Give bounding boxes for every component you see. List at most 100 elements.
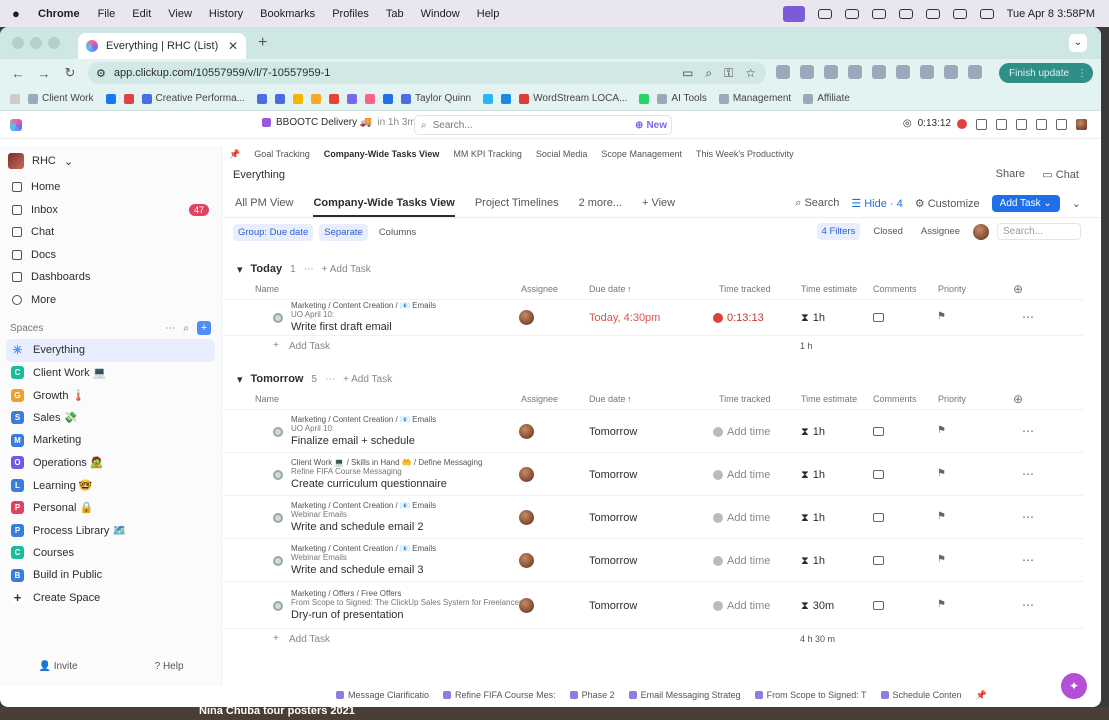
tray-item-1[interactable]: Refine FIFA Course Mes: bbox=[443, 690, 556, 700]
add-task-button[interactable]: Add Task ⌄ bbox=[991, 195, 1060, 212]
spaces-more-icon[interactable]: ⋯ bbox=[165, 323, 175, 334]
task-row[interactable]: Marketing / Content Creation / 📧 Emails W… bbox=[223, 496, 1083, 539]
play-timer-icon[interactable] bbox=[713, 512, 723, 523]
column-time-estimate[interactable]: Time estimate bbox=[801, 284, 857, 294]
comment-icon[interactable] bbox=[873, 512, 884, 522]
column-time-tracked[interactable]: Time tracked bbox=[719, 394, 771, 404]
task-row[interactable]: Marketing / Content Creation / 📧 Emails U… bbox=[223, 410, 1083, 453]
profile-avatar[interactable] bbox=[968, 65, 982, 79]
sidebar-space-5[interactable]: O Operations 🧟 bbox=[0, 452, 221, 475]
filters-chip[interactable]: 4 Filters bbox=[816, 223, 861, 240]
menu-edit[interactable]: Edit bbox=[132, 8, 151, 20]
bookmark-ai-tools[interactable]: AI Tools bbox=[657, 93, 707, 104]
group-by-chip[interactable]: Group: Due date bbox=[233, 223, 314, 241]
priority-flag-icon[interactable]: ⚑ bbox=[937, 311, 946, 322]
tray-item-4[interactable]: From Scope to Signed: T bbox=[754, 690, 867, 700]
user-avatar[interactable] bbox=[1076, 119, 1087, 130]
pinned-view-productivity[interactable]: This Week's Productivity bbox=[696, 149, 794, 159]
notepad-icon[interactable] bbox=[996, 119, 1007, 130]
youtube-icon[interactable] bbox=[328, 93, 339, 104]
task-row[interactable]: Marketing / Content Creation / 📧 Emails W… bbox=[223, 539, 1083, 582]
task-row[interactable]: Marketing / Offers / Free Offers From Sco… bbox=[223, 582, 1083, 629]
sidebar-space-0[interactable]: ✳ Everything bbox=[6, 339, 215, 362]
task-due-date[interactable]: Tomorrow bbox=[589, 555, 637, 567]
tab-search-chevron-icon[interactable]: ⌄ bbox=[1069, 34, 1087, 52]
sidebar-item-more[interactable]: More bbox=[0, 289, 221, 312]
comment-icon[interactable] bbox=[873, 555, 884, 565]
analytics-icon[interactable] bbox=[310, 93, 321, 104]
group-add-task[interactable]: + Add Task bbox=[322, 264, 371, 275]
control-center-icon[interactable] bbox=[979, 8, 994, 19]
page-title[interactable]: Everything bbox=[233, 169, 285, 181]
group-add-task[interactable]: + Add Task bbox=[343, 374, 392, 385]
task-due-date[interactable]: Today, 4:30pm bbox=[589, 312, 660, 324]
row-more-icon[interactable]: ⋯ bbox=[1022, 553, 1035, 567]
minimize-window-button[interactable] bbox=[30, 37, 42, 49]
task-status-icon[interactable] bbox=[273, 600, 283, 611]
task-breadcrumb[interactable]: Marketing / Content Creation / 📧 Emails bbox=[291, 501, 436, 510]
app-name[interactable]: Chrome bbox=[38, 8, 80, 20]
global-search[interactable]: ⌕ Search... ⊕ New bbox=[414, 115, 672, 135]
assignee-chip[interactable]: Assignee bbox=[916, 223, 965, 240]
hide-button[interactable]: ☰ Hide · 4 bbox=[851, 197, 902, 210]
sidebar-space-6[interactable]: L Learning 🤓 bbox=[0, 474, 221, 497]
sidebar-item-inbox[interactable]: Inbox 47 bbox=[0, 199, 221, 222]
task-title[interactable]: Write and schedule email 3 bbox=[291, 564, 423, 576]
menu-profiles[interactable]: Profiles bbox=[332, 8, 369, 20]
screen-record-icon[interactable] bbox=[782, 5, 805, 22]
task-breadcrumb[interactable]: Marketing / Content Creation / 📧 Emails bbox=[291, 544, 436, 553]
task-status-icon[interactable] bbox=[273, 313, 283, 323]
task-title[interactable]: Create curriculum questionnaire bbox=[291, 478, 447, 490]
moon-icon[interactable] bbox=[871, 8, 886, 19]
add-view-button[interactable]: + View bbox=[642, 197, 675, 209]
help-button[interactable]: ? Help bbox=[155, 661, 184, 672]
play-timer-icon[interactable] bbox=[713, 555, 723, 566]
task-breadcrumb[interactable]: Marketing / Content Creation / 📧 Emails bbox=[291, 301, 436, 310]
comment-icon[interactable] bbox=[873, 469, 884, 479]
task-time-tracked[interactable]: Add time bbox=[713, 600, 770, 612]
column-assignee[interactable]: Assignee bbox=[521, 284, 558, 294]
row-more-icon[interactable]: ⋯ bbox=[1022, 510, 1035, 524]
list-search-input[interactable]: Search... bbox=[997, 223, 1081, 240]
bookmark-taylor-quinn[interactable]: Taylor Quinn bbox=[400, 93, 471, 104]
column-comments[interactable]: Comments bbox=[873, 394, 917, 404]
task-assignee-avatar[interactable] bbox=[519, 466, 534, 482]
task-parent[interactable]: Webinar Emails bbox=[291, 510, 347, 519]
docs-icon[interactable] bbox=[256, 93, 267, 104]
menu-file[interactable]: File bbox=[98, 8, 116, 20]
sidebar-item-home[interactable]: Home bbox=[0, 176, 221, 199]
menu-history[interactable]: History bbox=[209, 8, 243, 20]
task-time-estimate[interactable]: ⧗ 1h bbox=[801, 469, 825, 482]
tray-item-5[interactable]: Schedule Conten bbox=[880, 690, 962, 700]
sidebar-item-docs[interactable]: Docs bbox=[0, 244, 221, 267]
share-button[interactable]: Share bbox=[996, 168, 1025, 180]
task-status-icon[interactable] bbox=[273, 426, 283, 437]
puzzle-icon[interactable] bbox=[920, 65, 934, 79]
task-parent[interactable]: UO April 10: bbox=[291, 424, 334, 433]
tab-project-timelines[interactable]: Project Timelines bbox=[475, 197, 559, 209]
row-more-icon[interactable]: ⋯ bbox=[1022, 598, 1035, 612]
menu-tab[interactable]: Tab bbox=[386, 8, 404, 20]
sidebar-space-3[interactable]: S Sales 💸 bbox=[0, 407, 221, 430]
play-timer-icon[interactable] bbox=[713, 600, 723, 611]
priority-flag-icon[interactable]: ⚑ bbox=[937, 468, 946, 479]
tray-pin-icon[interactable]: 📌 bbox=[976, 690, 987, 701]
pinned-view-mm-kpi[interactable]: MM KPI Tracking bbox=[453, 149, 522, 159]
extension-icon-4[interactable] bbox=[848, 65, 862, 79]
sidebar-icon[interactable] bbox=[944, 65, 958, 79]
column-time-estimate[interactable]: Time estimate bbox=[801, 394, 857, 404]
close-window-button[interactable] bbox=[12, 37, 24, 49]
column-assignee[interactable]: Assignee bbox=[521, 394, 558, 404]
closed-chip[interactable]: Closed bbox=[868, 223, 908, 240]
task-title[interactable]: Write first draft email bbox=[291, 321, 392, 333]
task-status-icon[interactable] bbox=[273, 555, 283, 566]
reload-icon[interactable]: ↻ bbox=[62, 65, 78, 81]
docs-icon[interactable] bbox=[1016, 119, 1027, 130]
priority-flag-icon[interactable]: ⚑ bbox=[937, 599, 946, 610]
chat-button[interactable]: ▭ Chat bbox=[1042, 168, 1079, 181]
sidebar-space-1[interactable]: C Client Work 💻 bbox=[0, 362, 221, 385]
close-tab-icon[interactable]: ✕ bbox=[228, 39, 238, 53]
clock[interactable]: Tue Apr 8 3:58PM bbox=[1007, 8, 1095, 20]
task-parent[interactable]: From Scope to Signed: The ClickUp Sales … bbox=[291, 598, 526, 607]
stop-timer-icon[interactable] bbox=[957, 118, 967, 129]
